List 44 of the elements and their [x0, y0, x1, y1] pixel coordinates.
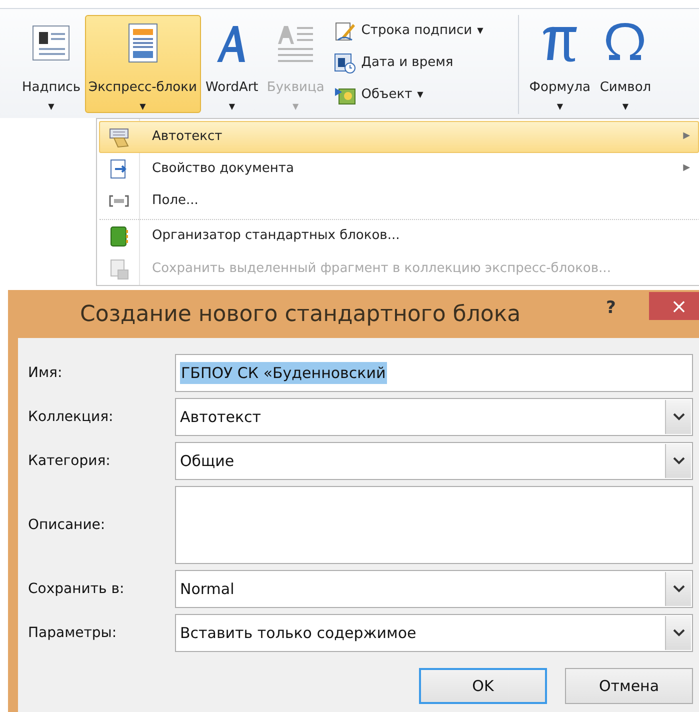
caret-icon: ▼ [622, 102, 629, 112]
field-label: Категория: [27, 452, 112, 470]
dialog-button[interactable]: Отмена [565, 668, 693, 704]
help-button[interactable]: ? [606, 296, 616, 322]
text-area[interactable] [175, 486, 693, 564]
menu-item[interactable]: Поле... [99, 185, 699, 217]
caret-icon: ▼ [48, 102, 54, 112]
ribbon-button[interactable]: Дата и время [334, 49, 508, 77]
dropdown-field[interactable]: Автотекст [175, 398, 693, 436]
ribbon-button[interactable]: Формула ▼ [525, 15, 594, 113]
dropdown-field[interactable]: Вставить только содержимое [175, 614, 693, 652]
dropdown-field[interactable]: Normal [175, 570, 693, 608]
field-label: Коллекция: [27, 408, 114, 426]
submenu-arrow-icon: ▶ [683, 130, 690, 144]
ribbon-button[interactable]: Строка подписи ▼ [334, 17, 508, 45]
close-button[interactable]: × [649, 292, 699, 320]
binder-icon [108, 225, 130, 247]
ribbon-button[interactable]: Надпись ▼ [18, 15, 84, 113]
menu-item[interactable]: Свойство документа ▶ [99, 153, 699, 185]
keyboard-hand-icon [108, 126, 130, 148]
document-save-icon [108, 258, 130, 280]
field-label: Параметры: [27, 624, 118, 642]
ribbon-button[interactable]: Объект ▼ [334, 81, 508, 109]
dropdown-field[interactable]: Общие [175, 442, 693, 480]
caret-icon: ▼ [228, 102, 235, 112]
caret-icon: ▼ [140, 102, 146, 112]
text-field[interactable]: ГБПОУ СК «Буденновский [175, 354, 693, 392]
field-label: Сохранить в: [27, 580, 126, 598]
field-label: Имя: [27, 364, 64, 382]
ribbon-button[interactable]: Символ ▼ [594, 15, 656, 113]
caret-icon: ▼ [292, 102, 299, 112]
caret-icon: ▼ [417, 90, 424, 100]
calendar-clock-icon [334, 52, 356, 74]
menu-item[interactable]: Автотекст ▶ [99, 121, 699, 153]
submenu-arrow-icon: ▶ [683, 162, 690, 176]
dialog-button[interactable]: OK [419, 668, 547, 704]
field-label: Описание: [27, 516, 106, 534]
pen-document-icon [334, 20, 356, 42]
caret-icon: ▼ [477, 26, 484, 36]
ribbon-button[interactable]: Экспресс-блоки ▼ [84, 15, 201, 113]
caret-icon: ▼ [556, 102, 563, 112]
ribbon-button[interactable]: WordArt ▼ [200, 15, 263, 113]
window-title: Создание нового стандартного блока [80, 300, 521, 328]
menu-item[interactable]: Организатор стандартных блоков... [99, 219, 699, 253]
